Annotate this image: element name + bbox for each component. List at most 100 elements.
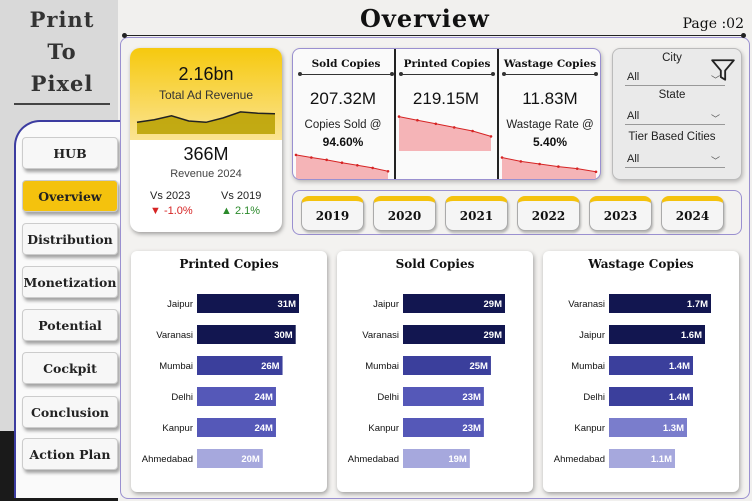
bar-value-label: 24M	[254, 392, 273, 403]
bar-category-label: Jaipur	[579, 330, 605, 341]
bar-category-label: Jaipur	[373, 299, 399, 310]
brand-logo: Print To Pixel	[14, 4, 110, 106]
bar-value-label: 1.3M	[663, 423, 684, 434]
copies-sold-pct: 94.60%	[322, 135, 364, 149]
bar-category-label: Mumbai	[571, 361, 605, 372]
wastage-copies-value: 11.83M	[522, 89, 578, 108]
bar-category-label: Varanasi	[156, 330, 193, 341]
year-button-2019[interactable]: 2019	[301, 196, 364, 231]
dropdown-underline	[625, 85, 725, 86]
sparkline-point	[340, 161, 344, 164]
wastage-copies-title: Wastage Copies	[503, 58, 597, 70]
bar-value-label: 29M	[484, 299, 503, 310]
bar-value-label: 23M	[462, 423, 481, 434]
tier-filter-label: Tier Based Cities	[628, 131, 716, 143]
printed-copies-value: 219.15M	[412, 89, 480, 108]
bar-value-label: 30M	[274, 330, 293, 341]
sparkline-point	[397, 115, 401, 118]
bar-value-label: 29M	[484, 330, 503, 341]
sold-copies-chart: Sold Copies Jaipur 29M Varanasi 29M Mumbai 25…	[337, 251, 533, 492]
bar-category-label: Kanpur	[368, 423, 399, 434]
sparkline-point	[386, 169, 390, 173]
sparkline-point	[575, 167, 579, 170]
state-filter-value[interactable]: All	[627, 110, 639, 122]
dropdown-underline	[625, 167, 725, 168]
brand-line-1: Print	[29, 7, 95, 32]
printed-copies-chart: Printed Copies Jaipur 31M Varanasi 30M Mumba…	[131, 251, 327, 492]
city-filter-value[interactable]: All	[627, 71, 639, 83]
printed-copies-sparkline	[397, 115, 493, 151]
bar-value-label: 23M	[462, 392, 481, 403]
sparkline-point	[356, 164, 359, 167]
nav-item-monetization[interactable]: Monetization	[22, 266, 118, 298]
chevron-down-icon[interactable]: ﹀	[711, 154, 720, 167]
brand-line-3: Pixel	[30, 71, 94, 96]
bar-value-label: 1.4M	[669, 361, 690, 372]
printed-copies-title: Printed Copies	[403, 58, 491, 70]
dropdown-underline	[625, 124, 725, 125]
vs-2019-change: ▲ 2.1%	[221, 205, 260, 217]
bar-value-label: 1.4M	[669, 392, 690, 403]
sparkline-fill	[296, 154, 388, 179]
sparkline-point	[371, 166, 374, 170]
bar-value-label: 1.6M	[681, 330, 702, 341]
sparkline-point	[434, 122, 438, 126]
page-number: Page :02	[682, 16, 744, 32]
vs-2023-change: ▼ -1.0%	[150, 205, 193, 217]
sparkline-point	[416, 118, 419, 122]
bar-value-label: 31M	[278, 299, 297, 310]
nav-item-hub[interactable]: HUB	[22, 137, 118, 169]
year-button-2022[interactable]: 2022	[517, 196, 580, 231]
bar-category-label: Kanpur	[162, 423, 193, 434]
wastage-copies-bars: Varanasi 1.7M Jaipur 1.6M Mumbai 1.4M Delhi 1.4…	[554, 294, 711, 468]
title-rule	[122, 33, 746, 38]
year-button-2021[interactable]: 2021	[445, 196, 508, 231]
bar-category-label: Varanasi	[568, 299, 605, 310]
sparkline-point	[557, 165, 560, 168]
revenue-card[interactable]: 2.16bn Total Ad Revenue 366M Revenue 202…	[130, 48, 282, 232]
arrow-up-icon: ▲	[221, 205, 232, 217]
sparkline-point	[325, 158, 328, 162]
revenue-2024-value: 366M	[183, 144, 229, 164]
bar-category-label: Delhi	[583, 392, 605, 403]
kpi-rule	[399, 72, 495, 76]
bar-value-label: 20M	[241, 454, 260, 465]
city-filter-label: City	[662, 52, 682, 64]
bar-value-label: 24M	[254, 423, 273, 434]
nav-item-potential[interactable]: Potential	[22, 309, 118, 341]
copies-kpi-card[interactable]: Sold Copies 207.32M Copies Sold @ 94.60%…	[292, 48, 601, 180]
bar-value-label: 25M	[469, 361, 488, 372]
bar-value-label: 1.1M	[651, 454, 672, 465]
page-title: Overview	[360, 4, 490, 33]
wastage-copies-sparkline	[500, 156, 598, 179]
nav-item-cockpit[interactable]: Cockpit	[22, 352, 118, 384]
sparkline-point	[452, 126, 456, 129]
bar-category-label: Mumbai	[365, 361, 399, 372]
total-ad-revenue-label: Total Ad Revenue	[158, 88, 254, 102]
sparkline-point	[500, 156, 504, 159]
nav-item-action-plan[interactable]: Action Plan	[22, 438, 118, 470]
tier-filter-value[interactable]: All	[627, 153, 639, 165]
nav-item-overview[interactable]: Overview	[22, 180, 118, 212]
kpi-rule	[298, 72, 394, 76]
brand-line-2: To	[47, 39, 77, 64]
state-filter-label: State	[658, 89, 686, 101]
vs-2019-value: 2.1%	[234, 205, 261, 217]
printed-copies-bars: Jaipur 31M Varanasi 30M Mumbai 26M Delhi 24M Kan…	[142, 294, 299, 468]
bar-category-label: Delhi	[171, 392, 193, 403]
year-button-2024[interactable]: 2024	[661, 196, 724, 231]
sparkline-point	[594, 170, 598, 174]
kpi-rule	[502, 72, 598, 76]
sparkline-fill	[399, 116, 491, 151]
header: Overview Page :02	[120, 0, 752, 40]
total-ad-revenue-value: 2.16bn	[178, 64, 234, 84]
sold-copies-title: Sold Copies	[311, 58, 381, 70]
year-button-2023[interactable]: 2023	[589, 196, 652, 231]
revenue-2024-label: Revenue 2024	[170, 168, 242, 180]
year-button-2020[interactable]: 2020	[373, 196, 436, 231]
bar-category-label: Ahmedabad	[142, 454, 193, 465]
bar-category-label: Jaipur	[167, 299, 193, 310]
nav-item-conclusion[interactable]: Conclusion	[22, 396, 118, 428]
sparkline-point	[538, 162, 541, 166]
nav-item-distribution[interactable]: Distribution	[22, 223, 118, 255]
